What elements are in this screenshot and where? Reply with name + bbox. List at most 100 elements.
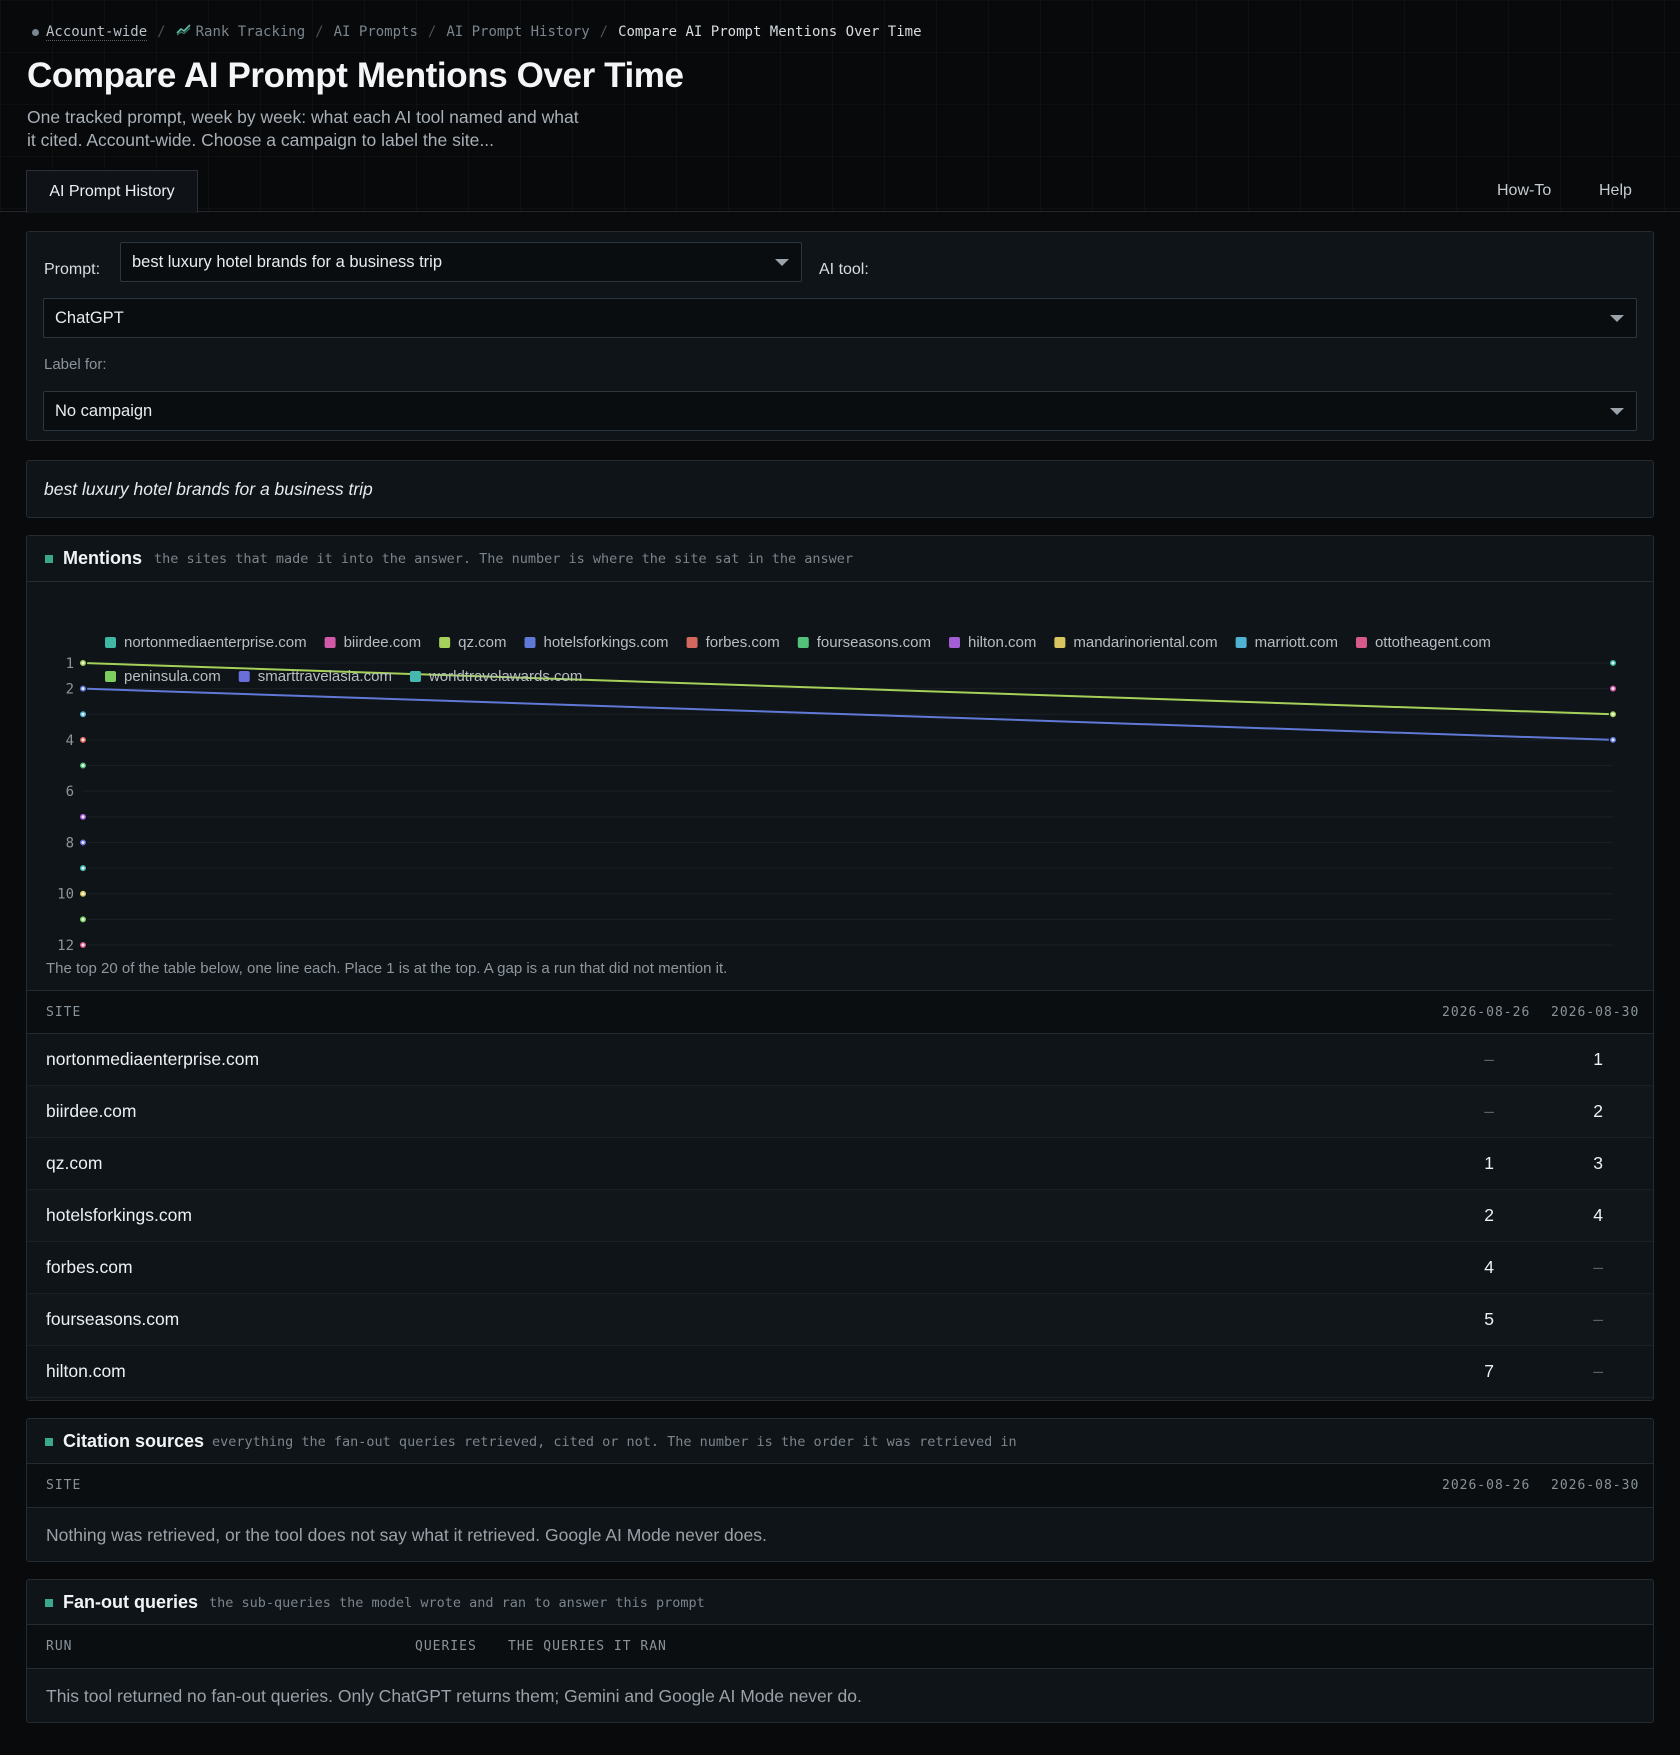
data-point-center xyxy=(81,712,85,716)
legend-swatch xyxy=(439,637,451,648)
data-point-center xyxy=(81,917,85,921)
label-for-label: Label for: xyxy=(44,356,107,373)
data-point-center xyxy=(81,866,85,870)
fanout-note: the sub-queries the model wrote and ran … xyxy=(209,1595,705,1611)
table-row[interactable]: forbes.com 4 – xyxy=(27,1242,1653,1294)
legend-swatch xyxy=(797,637,809,648)
ai-tool-select[interactable]: ChatGPT xyxy=(43,298,1637,338)
chevron-down-icon xyxy=(775,259,789,266)
tab-ai-prompt-history[interactable]: AI Prompt History xyxy=(26,170,198,213)
chevron-down-icon xyxy=(1610,408,1624,415)
legend-swatch xyxy=(105,637,116,648)
table-row[interactable]: fourseasons.com 5 – xyxy=(27,1294,1653,1346)
y-tick-label: 1 xyxy=(66,656,74,672)
data-point-center xyxy=(81,738,85,742)
prompt-quote-panel: best luxury hotel brands for a business … xyxy=(26,460,1654,518)
ai-tool-label: AI tool: xyxy=(819,261,869,278)
table-row[interactable]: biirdee.com – 2 xyxy=(27,1086,1653,1138)
legend-label: hilton.com xyxy=(968,634,1036,651)
y-tick-label: 12 xyxy=(57,938,74,952)
data-point-center xyxy=(1611,738,1615,742)
legend-swatch xyxy=(1054,637,1066,648)
fanout-table-header: RUN QUERIES THE QUERIES IT RAN xyxy=(27,1625,1653,1669)
legend-swatch xyxy=(686,637,698,648)
y-tick-label: 2 xyxy=(66,682,74,698)
position-cell: 2 xyxy=(1593,1101,1603,1121)
trend-icon xyxy=(176,24,191,40)
legend-label: smarttravelasia.com xyxy=(258,668,392,685)
page-subtitle: One tracked prompt, week by week: what e… xyxy=(27,107,579,150)
data-point-center xyxy=(81,840,85,844)
tab-bar: AI Prompt History How-To Help xyxy=(0,170,1680,213)
breadcrumb-separator: / xyxy=(427,24,437,40)
y-tick-label: 10 xyxy=(57,887,74,903)
citations-note: everything the fan-out queries retrieved… xyxy=(212,1434,1017,1450)
prompt-label: Prompt: xyxy=(44,261,101,278)
legend-swatch xyxy=(238,671,250,682)
section-marker-icon xyxy=(45,555,53,563)
prompt-select[interactable]: best luxury hotel brands for a business … xyxy=(120,242,802,282)
legend-swatch xyxy=(409,671,421,682)
position-cell: 3 xyxy=(1593,1153,1603,1173)
breadcrumb-ai-prompts[interactable]: AI Prompts xyxy=(334,24,418,40)
breadcrumb-current: Compare AI Prompt Mentions Over Time xyxy=(618,24,922,40)
position-cell: 1 xyxy=(1593,1049,1603,1069)
col-site: SITE xyxy=(46,1005,82,1020)
citations-table-header: SITE 2026-08-26 2026-08-30 xyxy=(27,1464,1653,1508)
fanout-section: Fan-out queries the sub-queries the mode… xyxy=(26,1579,1654,1723)
position-cell: – xyxy=(1593,1309,1603,1329)
position-cell: 7 xyxy=(1484,1361,1494,1381)
data-point-center xyxy=(81,892,85,896)
mentions-header: Mentions the sites that made it into the… xyxy=(27,536,1653,582)
mentions-section: Mentions the sites that made it into the… xyxy=(26,535,1654,1401)
how-to-link[interactable]: How-To xyxy=(1497,170,1551,212)
legend-label: nortonmediaenterprise.com xyxy=(124,634,307,651)
table-row[interactable]: qz.com 1 3 xyxy=(27,1138,1653,1190)
citations-empty-message: Nothing was retrieved, or the tool does … xyxy=(46,1525,767,1545)
breadcrumb-separator: / xyxy=(157,24,166,40)
col-date-2: 2026-08-30 xyxy=(1551,1478,1640,1493)
legend-label: forbes.com xyxy=(706,634,780,651)
mentions-title: Mentions xyxy=(63,548,142,568)
position-cell: 4 xyxy=(1484,1257,1494,1277)
mentions-chart: 1246810122026-08-262026-08-nortonmediaen… xyxy=(57,634,1618,952)
fanout-header: Fan-out queries the sub-queries the mode… xyxy=(27,1580,1653,1625)
table-row[interactable]: hotelsforkings.com 2 4 xyxy=(27,1190,1653,1242)
mentions-note: the sites that made it into the answer. … xyxy=(154,551,853,567)
data-point-center xyxy=(1611,712,1615,716)
col-date-2: 2026-08-30 xyxy=(1551,1005,1640,1020)
col-queries: QUERIES xyxy=(415,1639,477,1654)
position-cell: 5 xyxy=(1484,1309,1494,1329)
data-point-center xyxy=(81,943,85,947)
site-cell: hotelsforkings.com xyxy=(46,1205,192,1225)
breadcrumb-ai-prompt-history[interactable]: AI Prompt History xyxy=(446,24,589,40)
breadcrumb-account[interactable]: Account-wide xyxy=(46,24,148,41)
legend-label: worldtravelawards.com xyxy=(428,668,582,685)
data-point-center xyxy=(1611,661,1615,665)
campaign-select[interactable]: No campaign xyxy=(43,391,1637,431)
table-row[interactable]: hilton.com 7 – xyxy=(27,1346,1653,1398)
citations-title: Citation sources xyxy=(63,1431,205,1451)
fanout-title: Fan-out queries xyxy=(63,1592,199,1612)
chevron-down-icon xyxy=(1610,315,1624,322)
legend-label: qz.com xyxy=(458,634,506,651)
table-row[interactable]: nortonmediaenterprise.com – 1 xyxy=(27,1034,1653,1086)
legend-swatch xyxy=(105,671,116,682)
data-point-center xyxy=(81,815,85,819)
position-cell: 2 xyxy=(1484,1205,1494,1225)
citations-section: Citation sources everything the fan-out … xyxy=(26,1418,1654,1562)
section-marker-icon xyxy=(45,1438,53,1446)
breadcrumb-separator: / xyxy=(599,24,609,40)
help-link[interactable]: Help xyxy=(1599,170,1632,212)
legend-label: mandarinoriental.com xyxy=(1073,634,1217,651)
campaign-select-value: No campaign xyxy=(55,401,153,420)
position-cell: – xyxy=(1593,1361,1603,1381)
breadcrumb: Account-wide / Rank Tracking / AI Prompt… xyxy=(32,22,922,42)
legend-label: marriott.com xyxy=(1255,634,1338,651)
position-cell: 4 xyxy=(1593,1205,1603,1225)
page-title: Compare AI Prompt Mentions Over Time xyxy=(27,56,684,95)
col-date-1: 2026-08-26 xyxy=(1442,1478,1531,1493)
breadcrumb-rank-tracking[interactable]: Rank Tracking xyxy=(196,24,306,40)
legend-swatch xyxy=(949,637,960,648)
legend-label: hotelsforkings.com xyxy=(544,634,669,651)
